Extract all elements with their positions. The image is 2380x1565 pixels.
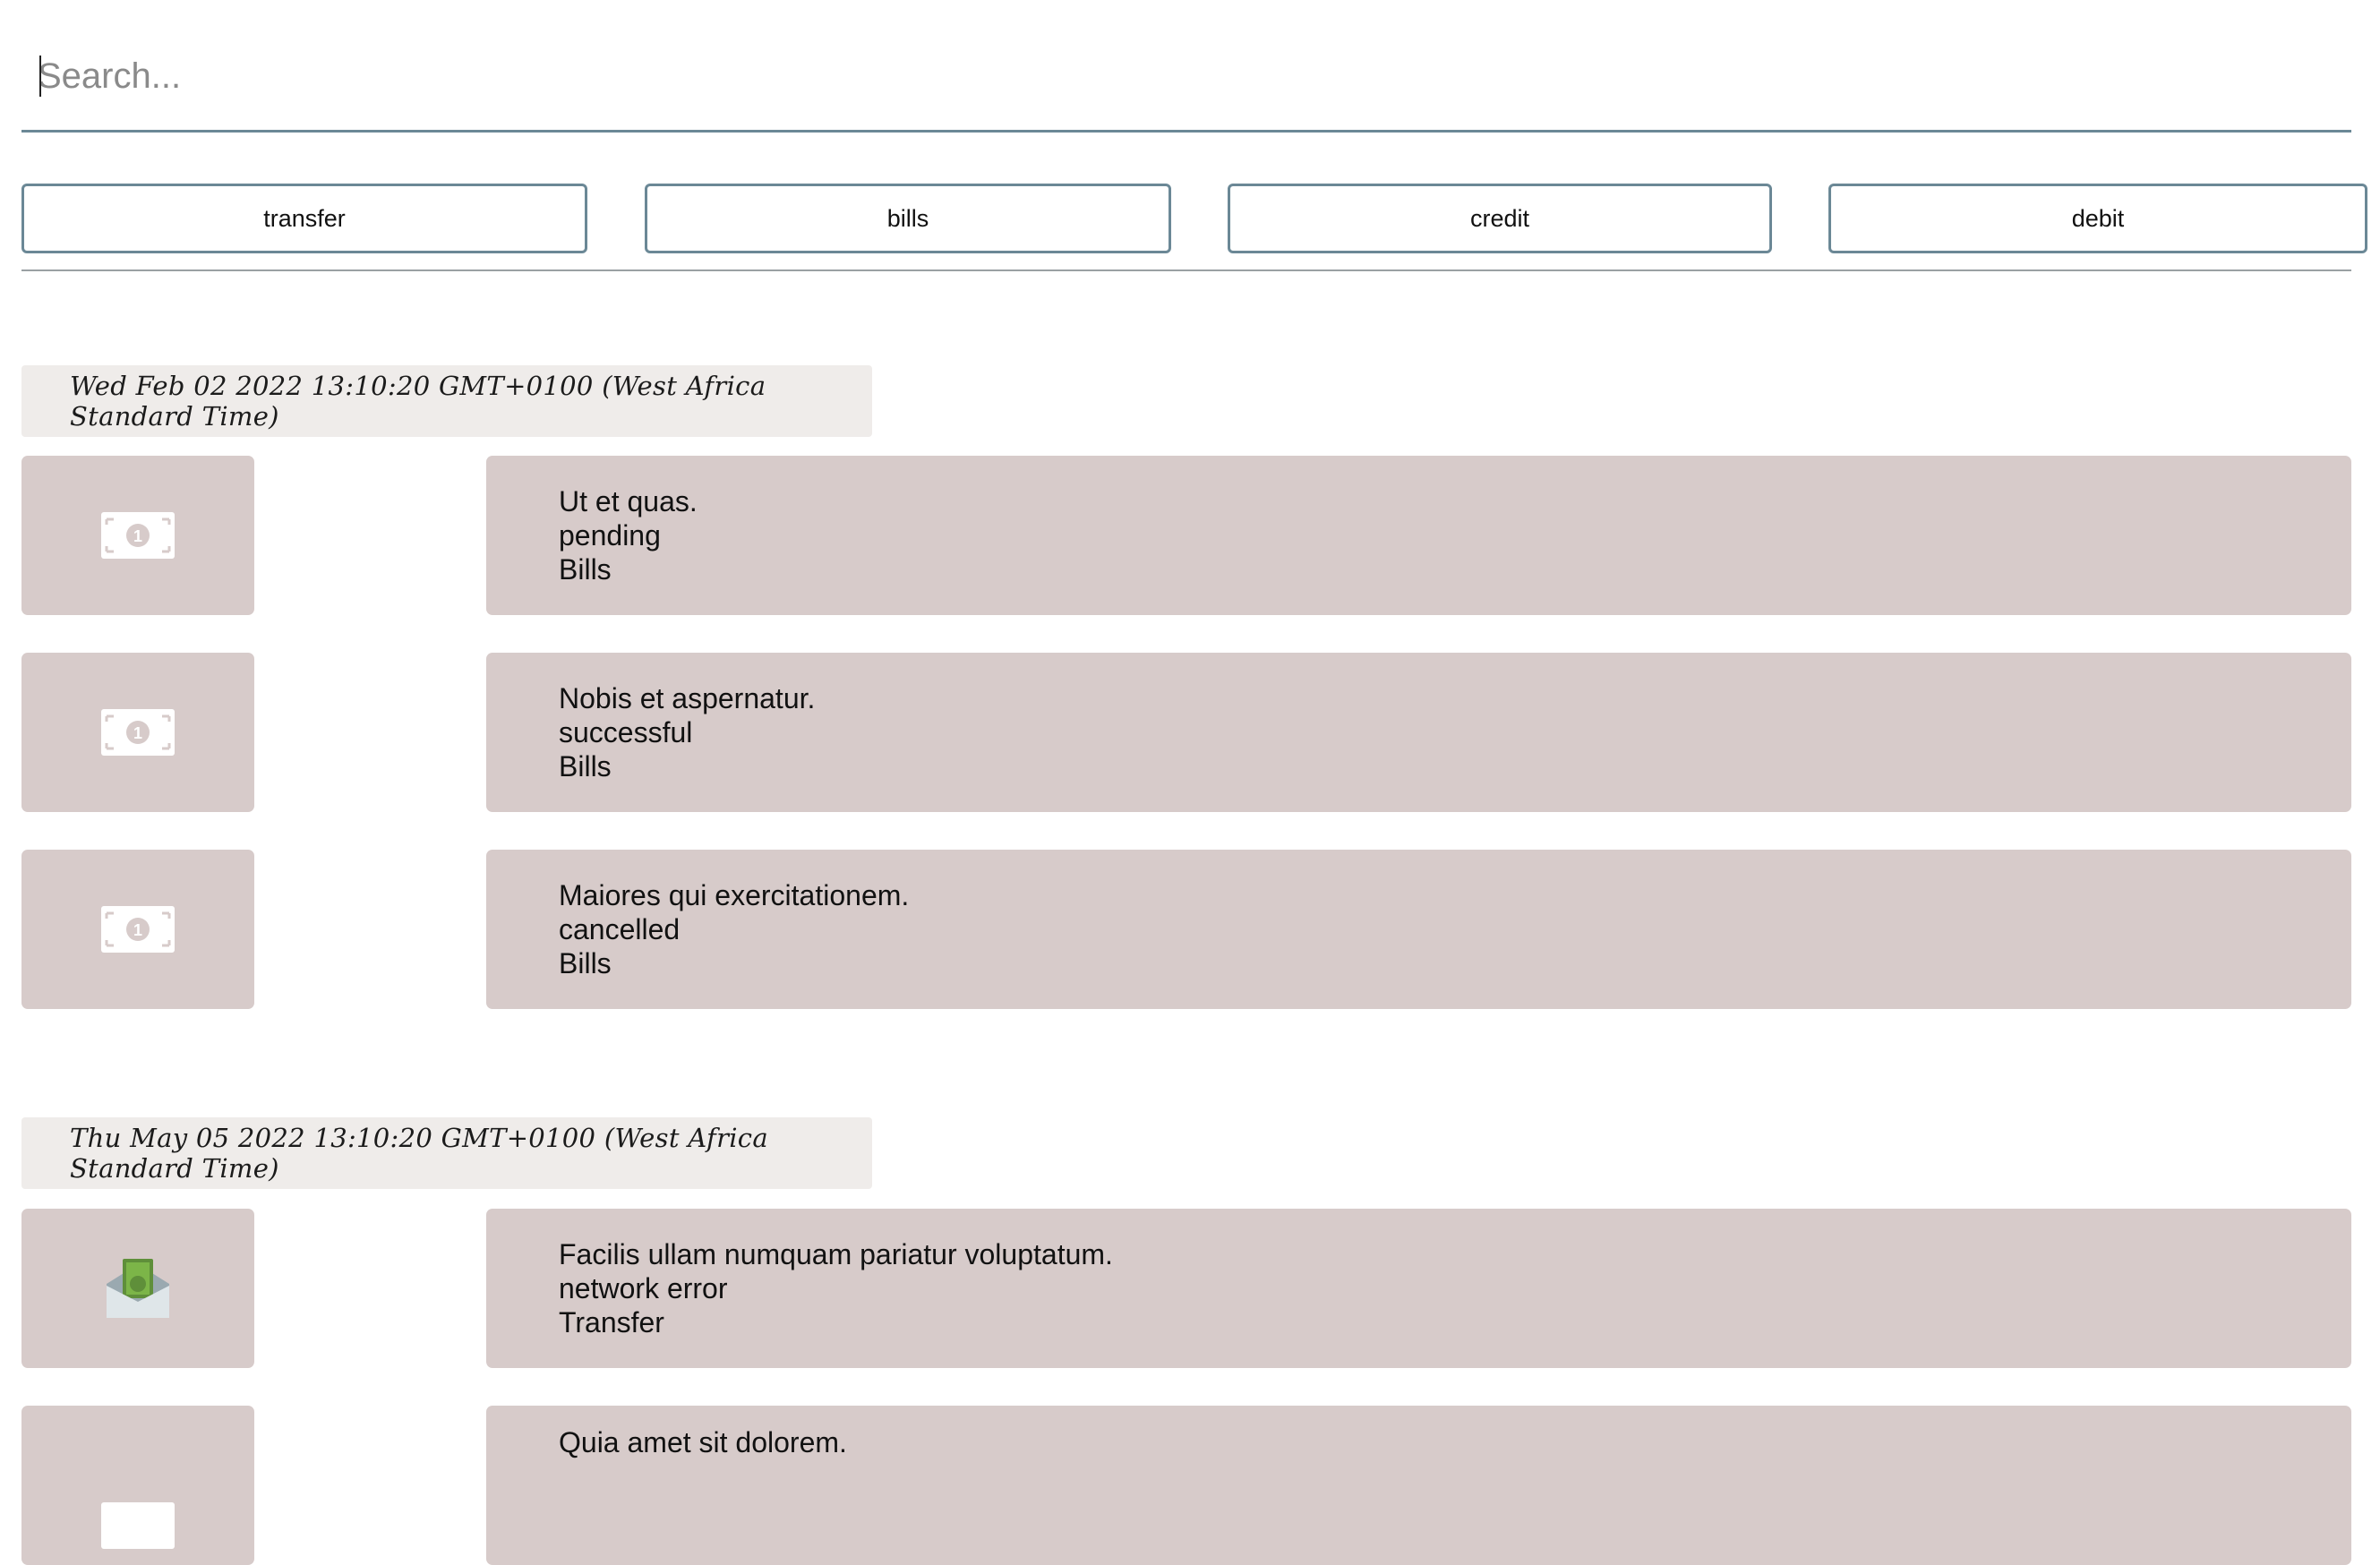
transaction-details[interactable]: Ut et quas. pending Bills	[486, 456, 2351, 615]
transaction-title: Maiores qui exercitationem.	[559, 879, 910, 911]
transaction-icon-tile: 1	[21, 653, 254, 812]
date-header: Wed Feb 02 2022 13:10:20 GMT+0100 (West …	[21, 365, 872, 437]
svg-text:1: 1	[133, 527, 142, 545]
money-bill-icon: 1	[101, 512, 175, 559]
transaction-icon-tile: 1	[21, 850, 254, 1009]
filter-divider	[21, 269, 2351, 271]
transaction-category: Bills	[559, 750, 612, 782]
transaction-category: Transfer	[559, 1306, 664, 1338]
transaction-title: Quia amet sit dolorem.	[559, 1426, 847, 1458]
transaction-category: Bills	[559, 947, 612, 979]
transaction-status: cancelled	[559, 913, 681, 945]
transaction-title: Nobis et aspernatur.	[559, 682, 816, 714]
transaction-icon-tile	[21, 1406, 254, 1565]
money-bill-icon: 1	[101, 709, 175, 756]
transaction-category: Bills	[559, 553, 612, 586]
svg-text:1: 1	[133, 921, 142, 939]
transaction-status: pending	[559, 519, 661, 552]
filter-credit-button[interactable]: credit	[1228, 184, 1772, 253]
transaction-icon-tile: 1	[21, 456, 254, 615]
date-header: Thu May 05 2022 13:10:20 GMT+0100 (West …	[21, 1117, 872, 1189]
transaction-details[interactable]: Nobis et aspernatur. successful Bills	[486, 653, 2351, 812]
svg-text:1: 1	[133, 724, 142, 742]
transaction-title: Ut et quas.	[559, 485, 698, 517]
search-bar	[21, 0, 2351, 133]
filter-debit-button[interactable]: debit	[1828, 184, 2367, 253]
search-input[interactable]	[38, 45, 2330, 107]
transaction-details[interactable]: Quia amet sit dolorem.	[486, 1406, 2351, 1565]
filter-bills-button[interactable]: bills	[645, 184, 1171, 253]
money-envelope-icon	[107, 1257, 169, 1320]
transaction-status: successful	[559, 716, 693, 748]
transaction-details[interactable]: Maiores qui exercitationem. cancelled Bi…	[486, 850, 2351, 1009]
transaction-icon-tile	[21, 1209, 254, 1368]
money-bill-icon: 1	[101, 906, 175, 953]
money-bill-icon	[101, 1502, 175, 1549]
transaction-status: network error	[559, 1272, 728, 1304]
filter-transfer-button[interactable]: transfer	[21, 184, 587, 253]
transaction-title: Facilis ullam numquam pariatur voluptatu…	[559, 1238, 1113, 1270]
text-caret	[39, 56, 41, 97]
transaction-details[interactable]: Facilis ullam numquam pariatur voluptatu…	[486, 1209, 2351, 1368]
